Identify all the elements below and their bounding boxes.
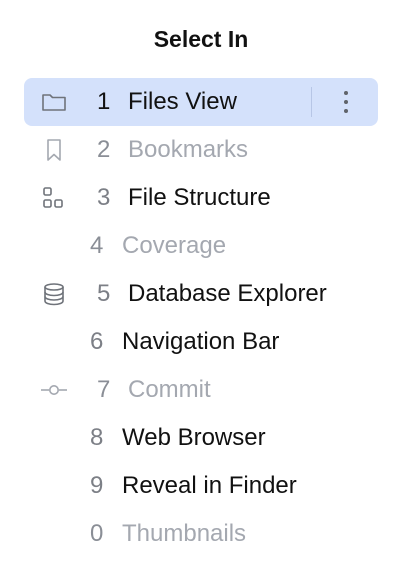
list-item-navigation-bar[interactable]: 6 Navigation Bar <box>24 318 378 366</box>
item-label: Database Explorer <box>128 280 327 307</box>
item-number: 8 <box>90 424 104 451</box>
item-number: 0 <box>90 520 104 547</box>
item-label: Files View <box>128 88 237 115</box>
item-number: 7 <box>97 376 111 403</box>
item-label: Navigation Bar <box>122 328 280 355</box>
item-number: 1 <box>97 88 111 115</box>
list-item-database-explorer[interactable]: 5 Database Explorer <box>24 270 378 318</box>
select-in-list: 1 Files View 2 Bookmarks 3 File Structur… <box>24 78 378 558</box>
item-label: Coverage <box>122 232 227 259</box>
item-label: Reveal in Finder <box>122 472 297 499</box>
bookmark-icon <box>47 139 61 161</box>
folder-icon <box>42 94 66 111</box>
database-icon <box>44 283 64 306</box>
list-item-files-view[interactable]: 1 Files View <box>24 78 378 126</box>
divider <box>311 87 312 117</box>
list-item-file-structure[interactable]: 3 File Structure <box>24 174 378 222</box>
item-number: 2 <box>97 136 111 163</box>
item-label: Thumbnails <box>122 520 247 547</box>
item-label: Web Browser <box>122 424 266 451</box>
item-number: 3 <box>97 184 111 211</box>
item-number: 6 <box>90 328 104 355</box>
list-item-reveal-in-finder[interactable]: 9 Reveal in Finder <box>24 462 378 510</box>
more-vertical-icon[interactable] <box>334 88 358 116</box>
item-label: Bookmarks <box>128 136 249 163</box>
item-number: 4 <box>90 232 104 259</box>
structure-icon <box>43 187 63 208</box>
list-item-coverage[interactable]: 4 Coverage <box>24 222 378 270</box>
select-in-popup: Select In 1 Files View 2 Bookmarks 3 Fil… <box>0 0 402 574</box>
list-item-web-browser[interactable]: 8 Web Browser <box>24 414 378 462</box>
item-number: 9 <box>90 472 104 499</box>
item-label: Commit <box>128 376 211 403</box>
list-item-bookmarks[interactable]: 2 Bookmarks <box>24 126 378 174</box>
list-item-thumbnails[interactable]: 0 Thumbnails <box>24 510 378 558</box>
item-number: 5 <box>97 280 111 307</box>
popup-title: Select In <box>153 26 249 52</box>
list-item-commit[interactable]: 7 Commit <box>24 366 378 414</box>
item-label: File Structure <box>128 184 271 211</box>
commit-icon <box>41 385 67 395</box>
